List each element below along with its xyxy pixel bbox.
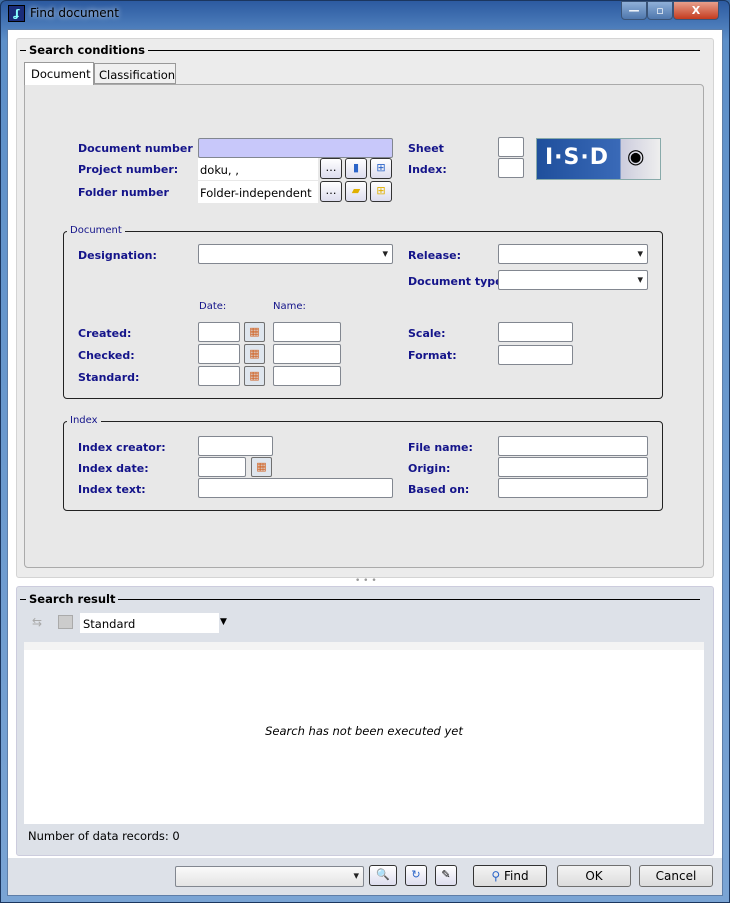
browse-folder-button[interactable]: …: [320, 181, 342, 202]
window-title: Find document: [30, 6, 119, 20]
isd-logo: I·S·D ◉: [536, 138, 661, 180]
release-label: Release:: [408, 249, 461, 262]
search-result-title: Search result: [26, 592, 119, 606]
search-conditions-title: Search conditions: [26, 43, 148, 57]
index-text-input[interactable]: [198, 478, 393, 498]
save-query-icon[interactable]: 🔍: [369, 865, 397, 886]
index-date-label: Index date:: [78, 462, 149, 475]
folder-number-label: Folder number: [78, 186, 169, 199]
document-type-label: Document type:: [408, 275, 508, 288]
saved-query-select[interactable]: [175, 866, 364, 887]
eraser-icon[interactable]: ✎: [435, 865, 457, 886]
index-input[interactable]: [498, 158, 524, 178]
designation-select[interactable]: [198, 244, 393, 264]
calendar-icon[interactable]: ▦: [244, 366, 265, 386]
release-select[interactable]: [498, 244, 648, 264]
close-button[interactable]: X: [673, 1, 719, 20]
maximize-button[interactable]: ▫: [647, 1, 673, 20]
empty-message: Search has not been executed yet: [265, 724, 463, 738]
folder-number-input[interactable]: Folder-independent: [198, 181, 318, 203]
checked-name-input[interactable]: [273, 344, 341, 364]
file-name-input[interactable]: [498, 436, 648, 456]
file-name-label: File name:: [408, 441, 473, 454]
chevron-down-icon[interactable]: ▼: [220, 617, 227, 627]
designation-label: Designation:: [78, 249, 157, 262]
document-number-input[interactable]: [198, 138, 393, 158]
sheet-label: Sheet: [408, 142, 444, 155]
scale-label: Scale:: [408, 327, 446, 340]
find-label: Find: [504, 869, 529, 883]
scale-input[interactable]: [498, 322, 573, 342]
find-button[interactable]: ⚲ Find: [473, 865, 547, 887]
standard-name-input[interactable]: [273, 366, 341, 386]
index-text-label: Index text:: [78, 483, 146, 496]
index-group-title: Index: [67, 415, 101, 426]
standard-label: Standard:: [78, 371, 140, 384]
refresh-icon[interactable]: ↻: [405, 865, 427, 886]
divider: [20, 599, 700, 600]
view-select[interactable]: Standard: [80, 613, 219, 633]
ok-button[interactable]: OK: [557, 865, 631, 887]
tab-classification[interactable]: Classification: [94, 63, 176, 84]
app-icon: ʆ: [8, 5, 25, 22]
index-creator-label: Index creator:: [78, 441, 166, 454]
date-header: Date:: [199, 301, 227, 312]
checked-label: Checked:: [78, 349, 135, 362]
checked-date-input[interactable]: [198, 344, 240, 364]
title-bar[interactable]: ʆ Find document — ▫ X: [0, 0, 730, 28]
name-header: Name:: [273, 301, 306, 312]
created-label: Created:: [78, 327, 132, 340]
index-label: Index:: [408, 163, 447, 176]
based-on-input[interactable]: [498, 478, 648, 498]
index-creator-input[interactable]: [198, 436, 273, 456]
project-tree-icon[interactable]: ⊞: [370, 158, 392, 179]
folder-tree-icon[interactable]: ⊞: [370, 181, 392, 202]
document-type-select[interactable]: [498, 270, 648, 290]
based-on-label: Based on:: [408, 483, 470, 496]
created-name-input[interactable]: [273, 322, 341, 342]
record-count: Number of data records: 0: [28, 829, 180, 843]
folder-icon[interactable]: ▰: [345, 181, 367, 202]
splitter-handle[interactable]: • • •: [355, 576, 377, 586]
project-cabinet-icon[interactable]: ▮: [345, 158, 367, 179]
standard-date-input[interactable]: [198, 366, 240, 386]
sheet-input[interactable]: [498, 137, 524, 157]
view-icon[interactable]: [58, 615, 73, 629]
minimize-button[interactable]: —: [621, 1, 647, 20]
origin-label: Origin:: [408, 462, 451, 475]
calendar-icon[interactable]: ▦: [251, 457, 272, 477]
format-input[interactable]: [498, 345, 573, 365]
origin-input[interactable]: [498, 457, 648, 477]
tab-document[interactable]: Document: [24, 62, 94, 85]
browse-project-button[interactable]: …: [320, 158, 342, 179]
swap-icon[interactable]: ⇆: [32, 615, 42, 629]
format-label: Format:: [408, 349, 457, 362]
calendar-icon[interactable]: ▦: [244, 344, 265, 364]
calendar-icon[interactable]: ▦: [244, 322, 265, 342]
magnifier-icon: ⚲: [491, 869, 501, 883]
project-number-label: Project number:: [78, 163, 179, 176]
document-group-title: Document: [67, 225, 125, 236]
cancel-button[interactable]: Cancel: [639, 865, 713, 887]
created-date-input[interactable]: [198, 322, 240, 342]
project-number-input[interactable]: doku, ,: [198, 158, 318, 180]
document-number-label: Document number: [78, 142, 193, 155]
index-date-input[interactable]: [198, 457, 246, 477]
